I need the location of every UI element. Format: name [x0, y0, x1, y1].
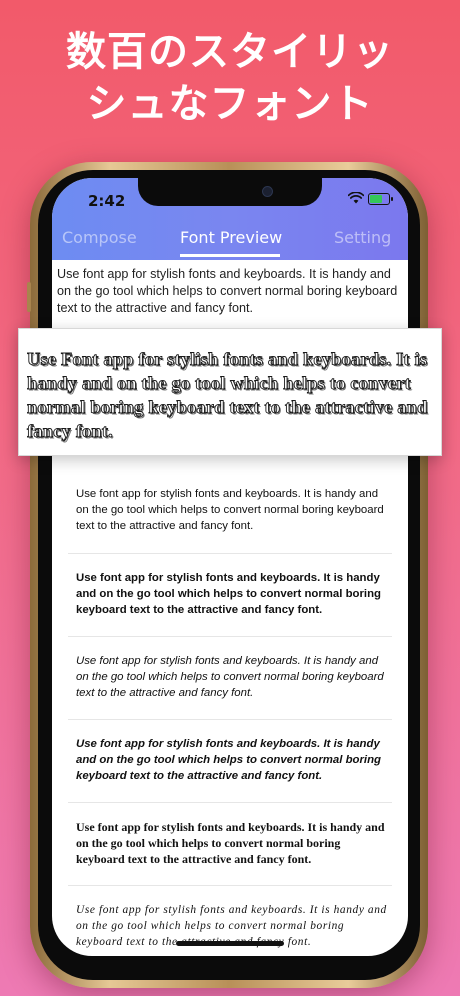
active-tab-indicator — [180, 254, 280, 257]
headline-line-1: 数百のスタイリッ — [66, 29, 394, 75]
promo-headline: 数百のスタイリッ シュなフォント — [0, 26, 460, 130]
tab-setting[interactable]: Setting — [334, 228, 391, 247]
tab-font-preview[interactable]: Font Preview — [180, 228, 282, 247]
font-preview-text: Use font app for stylish fonts and keybo… — [76, 572, 382, 616]
font-preview-text: Use font app for stylish fonts and keybo… — [76, 488, 384, 532]
highlighted-font-preview-text: Use Font app for stylish fonts and keybo… — [27, 349, 428, 442]
tab-compose[interactable]: Compose — [62, 228, 137, 247]
font-preview-row[interactable]: Use font app for stylish fonts and keybo… — [68, 636, 392, 719]
navigation-header: 2:42 Compose Font Preview Setting — [52, 178, 408, 260]
compose-text-preview: Use font app for stylish fonts and keybo… — [57, 267, 398, 315]
status-time: 2:42 — [88, 192, 126, 210]
app-screen: 2:42 Compose Font Preview Setting Use fo… — [52, 178, 408, 956]
font-preview-text: Use font app for stylish fonts and keybo… — [76, 738, 382, 782]
highlighted-font-preview-card[interactable]: Use Font app for stylish fonts and keybo… — [18, 328, 442, 456]
home-indicator[interactable] — [176, 941, 284, 946]
font-preview-row[interactable]: Use font app for stylish fonts and keybo… — [68, 802, 392, 885]
device-notch — [138, 178, 322, 206]
font-preview-row[interactable]: Use font app for stylish fonts and keybo… — [68, 719, 392, 802]
font-preview-text: Use font app for stylish fonts and keybo… — [76, 820, 385, 866]
font-preview-row[interactable]: Use font app for stylish fonts and keybo… — [68, 470, 392, 553]
front-camera — [262, 186, 273, 197]
phone-frame: 2:42 Compose Font Preview Setting Use fo… — [27, 162, 431, 988]
font-preview-row[interactable]: Use font app for stylish fonts and keybo… — [68, 553, 392, 636]
mute-switch — [27, 282, 31, 312]
tab-bar: Compose Font Preview Setting — [52, 224, 408, 260]
battery-charging-icon — [368, 193, 393, 205]
headline-line-2: シュなフォント — [86, 81, 374, 127]
font-preview-text: Use font app for stylish fonts and keybo… — [76, 655, 384, 699]
wifi-icon — [348, 192, 364, 204]
font-preview-list: Use font app for stylish fonts and keybo… — [68, 470, 392, 956]
